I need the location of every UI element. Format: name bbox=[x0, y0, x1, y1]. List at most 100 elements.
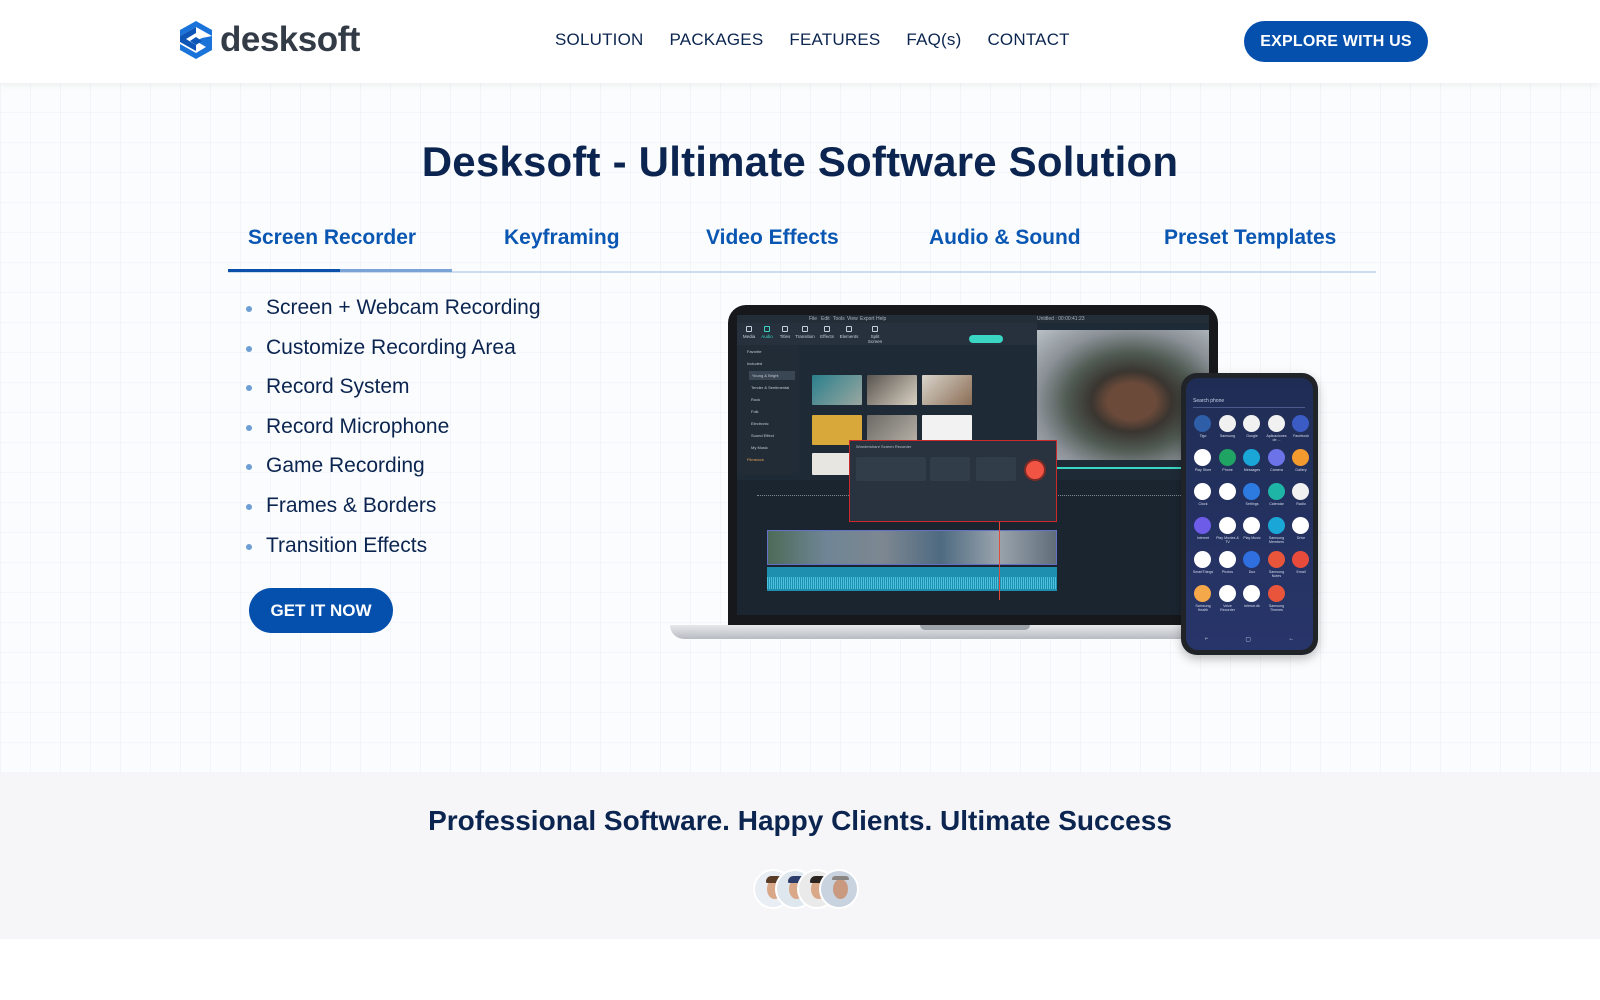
phone-app-icon bbox=[1243, 585, 1260, 602]
back-icon: ← bbox=[1288, 636, 1295, 642]
tool-split-screen: Split Screen bbox=[865, 326, 885, 344]
laptop-notch bbox=[920, 625, 1030, 630]
phone-app-icon bbox=[1194, 449, 1211, 466]
home-icon: ▢ bbox=[1245, 637, 1252, 643]
phone-app-label: Samsung bbox=[1219, 434, 1236, 438]
feature-item: Frames & Borders bbox=[246, 491, 541, 531]
site-header: desksoft SOLUTION PACKAGES FEATURES FAQ(… bbox=[0, 0, 1600, 83]
phone-app-icon bbox=[1292, 449, 1309, 466]
library-item: Folk bbox=[751, 409, 759, 414]
phone-app-label: Samsung Notes bbox=[1268, 570, 1285, 578]
nav-faqs[interactable]: FAQ(s) bbox=[906, 30, 961, 50]
menu-file: File bbox=[809, 316, 818, 322]
active-tab-underline bbox=[228, 269, 452, 272]
phone-app-label: telenor.dk bbox=[1244, 604, 1260, 608]
phone-app-icon bbox=[1243, 415, 1260, 432]
nav-contact[interactable]: CONTACT bbox=[987, 30, 1069, 50]
tool-effects: Effects bbox=[817, 326, 837, 339]
avatar bbox=[819, 869, 859, 909]
library-item: My Music bbox=[751, 445, 768, 450]
feature-item: Record Microphone bbox=[246, 412, 541, 452]
phone-app-icon bbox=[1292, 551, 1309, 568]
tab-audio-sound[interactable]: Audio & Sound bbox=[929, 226, 1081, 250]
phone-app-icon bbox=[1194, 517, 1211, 534]
phone-app-label: Settings bbox=[1245, 502, 1259, 506]
tab-keyframing[interactable]: Keyframing bbox=[504, 226, 620, 250]
phone-app-icon bbox=[1243, 551, 1260, 568]
phone-app-label: Duo bbox=[1248, 570, 1256, 574]
explore-with-us-button[interactable]: EXPLORE WITH US bbox=[1244, 21, 1428, 62]
feature-item: Screen + Webcam Recording bbox=[246, 293, 541, 333]
hero-section: Desksoft - Ultimate Software Solution Sc… bbox=[0, 83, 1600, 773]
library-item: Sound Effect bbox=[751, 433, 774, 438]
tab-screen-recorder[interactable]: Screen Recorder bbox=[248, 226, 416, 250]
feature-item: Transition Effects bbox=[246, 531, 541, 571]
recorder-mic-box bbox=[976, 457, 1016, 481]
audio-thumbnail bbox=[812, 375, 862, 405]
tool-audio: Audio bbox=[757, 326, 777, 339]
logo-text: desksoft bbox=[220, 20, 360, 59]
phone-app-icon bbox=[1194, 551, 1211, 568]
audio-track bbox=[767, 567, 1057, 591]
audio-thumbnail bbox=[867, 375, 917, 405]
project-title: Untitled : 00:00:41:23 bbox=[1037, 316, 1085, 322]
phone-app-icon bbox=[1194, 585, 1211, 602]
phone-app-icon bbox=[1267, 585, 1285, 602]
audio-thumbnail bbox=[922, 375, 972, 405]
phone-app-icon bbox=[1218, 517, 1236, 534]
record-button-icon bbox=[1024, 459, 1046, 481]
phone-app-icon bbox=[1243, 449, 1260, 466]
get-it-now-button[interactable]: GET IT NOW bbox=[249, 588, 393, 633]
feature-list: Screen + Webcam Recording Customize Reco… bbox=[246, 293, 541, 570]
phone-app-icon bbox=[1292, 483, 1309, 500]
export-button bbox=[969, 335, 1003, 343]
recorder-title: Wondershare Screen Recorder bbox=[856, 444, 912, 449]
phone-app-label: Camera bbox=[1270, 468, 1283, 472]
library-item: Electronic bbox=[751, 421, 769, 426]
phone-app-label: Google bbox=[1246, 434, 1258, 438]
phone-app-icon bbox=[1218, 551, 1236, 568]
recent-apps-icon: ⌐ bbox=[1204, 636, 1209, 642]
phone-app-label: Gallery bbox=[1295, 468, 1307, 472]
phone-nav-bar: ⌐ ▢ ← bbox=[1186, 636, 1313, 644]
phone-app-icon bbox=[1194, 483, 1211, 500]
phone-app-label: Calendar bbox=[1269, 502, 1284, 506]
phone-app-icon bbox=[1218, 585, 1236, 602]
phone-app-label: SmartThings bbox=[1192, 570, 1214, 574]
clients-section: Professional Software. Happy Clients. Ul… bbox=[0, 773, 1600, 939]
tab-preset-templates[interactable]: Preset Templates bbox=[1164, 226, 1336, 250]
phone-app-label: Tigo bbox=[1199, 434, 1207, 438]
nav-packages[interactable]: PACKAGES bbox=[670, 30, 764, 50]
nav-solution[interactable]: SOLUTION bbox=[555, 30, 644, 50]
library-item: Filmstock bbox=[747, 457, 764, 462]
tool-transition: Transition bbox=[795, 326, 815, 339]
library-item: Included bbox=[747, 361, 763, 366]
video-editor-screenshot: File Edit Tools View Export Help Untitle… bbox=[737, 315, 1209, 615]
phone-app-icon bbox=[1267, 551, 1285, 568]
hero-title: Desksoft - Ultimate Software Solution bbox=[421, 138, 1179, 185]
phone-app-label: Aplicaciones de ... bbox=[1266, 434, 1287, 442]
menu-export: Export bbox=[860, 316, 875, 322]
tool-titles: Titles bbox=[775, 326, 795, 339]
screen-recorder-window: Wondershare Screen Recorder bbox=[849, 440, 1057, 522]
tab-video-effects[interactable]: Video Effects bbox=[706, 226, 839, 250]
nav-features[interactable]: FEATURES bbox=[789, 30, 880, 50]
laptop-mockup: File Edit Tools View Export Help Untitle… bbox=[728, 305, 1218, 625]
phone-app-icon bbox=[1218, 483, 1236, 500]
feature-item: Customize Recording Area bbox=[246, 333, 541, 373]
phone-app-icon bbox=[1267, 483, 1285, 500]
clients-title: Professional Software. Happy Clients. Ul… bbox=[428, 805, 1172, 836]
phone-app-label: Play Movies & TV bbox=[1216, 536, 1239, 544]
editor-menubar: File Edit Tools View Export Help Untitle… bbox=[737, 315, 1209, 323]
library-item: Rock bbox=[751, 397, 761, 402]
phone-app-icon bbox=[1218, 449, 1236, 466]
phone-app-label: Drive bbox=[1296, 536, 1306, 540]
logo[interactable]: desksoft bbox=[178, 20, 360, 60]
phone-app-label: Email bbox=[1296, 570, 1306, 574]
video-track bbox=[767, 530, 1057, 565]
phone-app-label: Voice Recorder bbox=[1220, 604, 1235, 612]
menu-view: View bbox=[847, 316, 858, 322]
phone-app-label: Internet bbox=[1196, 536, 1210, 540]
phone-app-icon bbox=[1243, 517, 1260, 534]
active-tab-progress bbox=[228, 269, 340, 272]
